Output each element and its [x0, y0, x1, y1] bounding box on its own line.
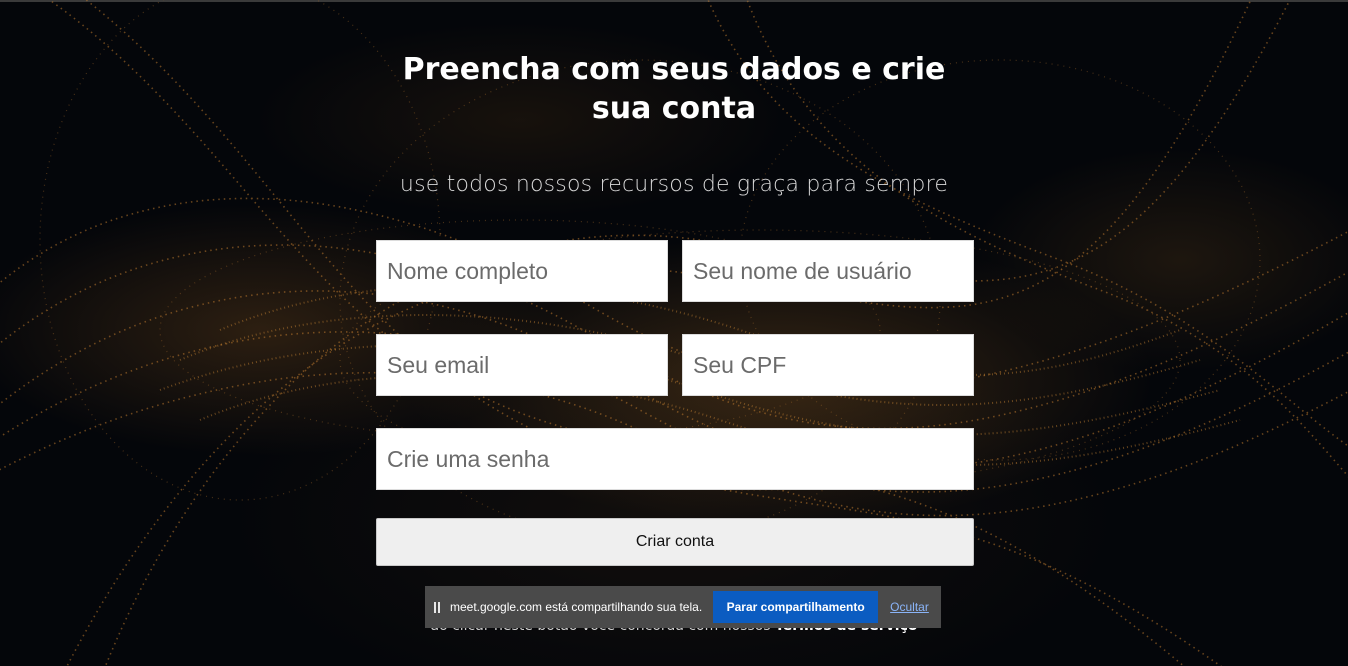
stop-sharing-button[interactable]: Parar compartilhamento	[713, 591, 879, 623]
create-account-button[interactable]: Criar conta	[376, 518, 974, 566]
page-title: Preencha com seus dados e crie sua conta	[402, 52, 946, 126]
screen-share-bar: meet.google.com está compartilhando sua …	[425, 586, 941, 628]
username-input[interactable]	[682, 240, 974, 302]
page-subtitle: use todos nossos recursos de graça para …	[399, 172, 949, 197]
share-message: meet.google.com está compartilhando sua …	[450, 600, 703, 614]
pause-icon	[433, 601, 441, 613]
email-input[interactable]	[376, 334, 668, 396]
cpf-input[interactable]	[682, 334, 974, 396]
full-name-input[interactable]	[376, 240, 668, 302]
signup-page: Preencha com seus dados e crie sua conta…	[0, 0, 1348, 666]
hide-bar-link[interactable]: Ocultar	[890, 600, 929, 614]
password-input[interactable]	[376, 428, 974, 490]
